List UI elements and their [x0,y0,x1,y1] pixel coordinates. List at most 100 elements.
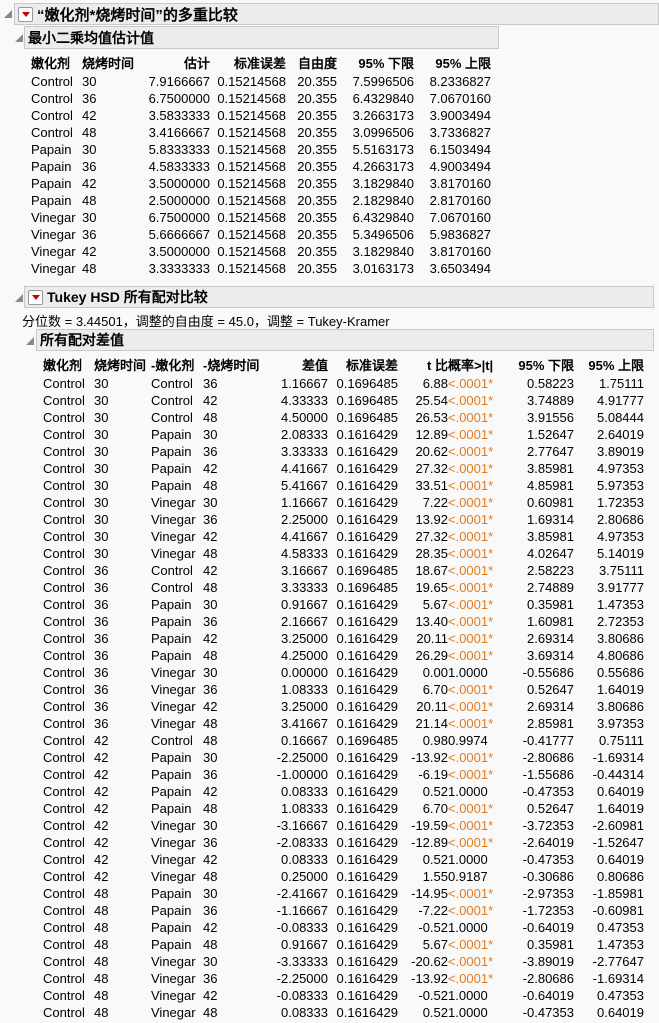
table-cell: Vinegar [151,512,196,527]
table-cell: 3.33333 [281,580,328,595]
table-cell: 2.69314 [527,631,574,646]
table-cell: 2.1829840 [352,193,415,208]
table-row: Control 36 Vinegar 42 3.25000 0.1616429 20.11 <… [43,698,644,715]
table-cell: 20.11 [416,631,448,646]
table-cell: 0.52 [422,1005,448,1020]
table-row: Control 30 Vinegar 42 4.41667 0.1616429 27.32 <… [43,528,644,545]
table-cell: Papain [151,920,192,935]
table-cell: Vinegar [151,546,196,561]
table-cell: 3.3333333 [148,261,211,276]
table-cell: 1.47353 [597,937,644,952]
table-cell: Vinegar [31,261,76,276]
table-cell: 36 [203,767,218,782]
table-cell: 0.15214568 [217,210,287,225]
table-cell: Control [43,631,85,646]
table-cell: Control [43,648,85,663]
collapse-diffs-icon[interactable] [26,337,34,345]
table-row: Papain 42 3.5000000 0.15214568 20.355 3.18298… [31,175,491,192]
table-cell: 0.91667 [281,597,328,612]
table-cell: 0.64019 [597,1005,644,1020]
table-cell: 0.1616429 [336,546,398,561]
table-cell: Control [31,91,73,106]
table-cell: 36 [94,682,109,697]
table-cell: 0.91667 [281,937,328,952]
table-row: Control 48 Papain 42 -0.08333 0.1616429 -0.52 1… [43,919,644,936]
table-cell: 0.15214568 [217,227,287,242]
table-cell: 3.5000000 [148,176,211,191]
table-cell: 5.41667 [281,478,328,493]
table-cell: Control [43,920,85,935]
table-row: Control 36 Papain 36 2.16667 0.1616429 13.40 <.… [43,613,644,630]
table-cell: 0.15214568 [217,74,287,89]
table-cell: Control [43,614,85,629]
table-cell: -1.52647 [592,835,644,850]
table-cell: -0.47353 [522,1005,574,1020]
table-cell: 3.91556 [527,410,574,425]
table-cell: Vinegar [151,954,196,969]
table-cell: <.0001* [448,597,494,612]
table-cell: 5.97353 [597,478,644,493]
table-cell: 42 [203,563,218,578]
table-cell: 20.355 [297,227,338,242]
column-header: 烧烤时间 [94,357,147,373]
table-cell: -0.64019 [522,988,574,1003]
table-cell: 42 [94,852,109,867]
outline-header[interactable]: “嫩化剂*烧烤时间”的多重比较 [14,3,659,25]
tukey-header[interactable]: Tukey HSD 所有配对比较 [24,286,654,308]
table-cell: 30 [203,818,218,833]
red-triangle-menu-icon[interactable] [28,289,43,305]
table-cell: Control [43,750,85,765]
table-cell: 3.41667 [281,716,328,731]
table-cell: Control [43,427,85,442]
table-row: Vinegar 30 6.7500000 0.15214568 20.355 6.4329… [31,209,491,226]
collapse-outline-icon[interactable] [4,10,12,18]
table-cell: 0.1616429 [336,971,398,986]
table-cell: 3.80686 [597,699,644,714]
table-cell: Control [151,733,193,748]
table-cell: 0.1616429 [336,648,398,663]
table-cell: 2.85981 [527,716,574,731]
table-cell: 13.40 [415,614,448,629]
table-cell: 4.85981 [527,478,574,493]
table-cell: 30 [203,597,218,612]
red-triangle-menu-icon[interactable] [18,6,33,22]
table-cell: 42 [203,393,218,408]
table-cell: Control [151,393,193,408]
table-cell: <.0001* [448,563,494,578]
column-header: -烧烤时间 [203,357,260,373]
table-cell: 1.69314 [527,512,574,527]
table-cell: 6.88 [422,376,448,391]
table-cell: 42 [203,529,218,544]
table-cell: 48 [82,193,97,208]
table-row: Control 48 Papain 36 -1.16667 0.1616429 -7.22 <… [43,902,644,919]
table-cell: 48 [94,920,109,935]
table-cell: Control [31,108,73,123]
table-cell: Control [43,852,85,867]
column-header: 估计 [184,55,211,71]
table-cell: 42 [94,818,109,833]
collapse-tukey-icon[interactable] [15,294,23,302]
table-cell: Control [43,376,85,391]
collapse-lsmeans-icon[interactable] [15,34,23,42]
table-cell: -2.25000 [276,750,328,765]
lsmeans-header[interactable]: 最小二乘均值估计值 [24,26,499,49]
table-row: Control 36 6.7500000 0.15214568 20.355 6.4329… [31,90,491,107]
table-cell: 0.1616429 [336,937,398,952]
table-cell: Control [43,835,85,850]
table-cell: <.0001* [448,682,494,697]
table-row: Control 30 Papain 36 3.33333 0.1616429 20.62 <.… [43,443,644,460]
table-cell: 12.89 [415,427,448,442]
table-row: Control 36 Papain 30 0.91667 0.1616429 5.67 <.0… [43,596,644,613]
table-cell: Control [43,682,85,697]
table-cell: Papain [151,648,192,663]
table-cell: 2.5000000 [148,193,211,208]
table-cell: 0.1616429 [336,750,398,765]
table-cell: <.0001* [448,631,494,646]
table-cell: 36 [94,648,109,663]
table-cell: 42 [94,835,109,850]
table-cell: 3.5000000 [148,244,211,259]
table-cell: 30 [82,210,97,225]
table-cell: 0.1616429 [336,869,398,884]
diffs-header[interactable]: 所有配对差值 [36,329,654,351]
table-cell: -6.19 [418,767,448,782]
